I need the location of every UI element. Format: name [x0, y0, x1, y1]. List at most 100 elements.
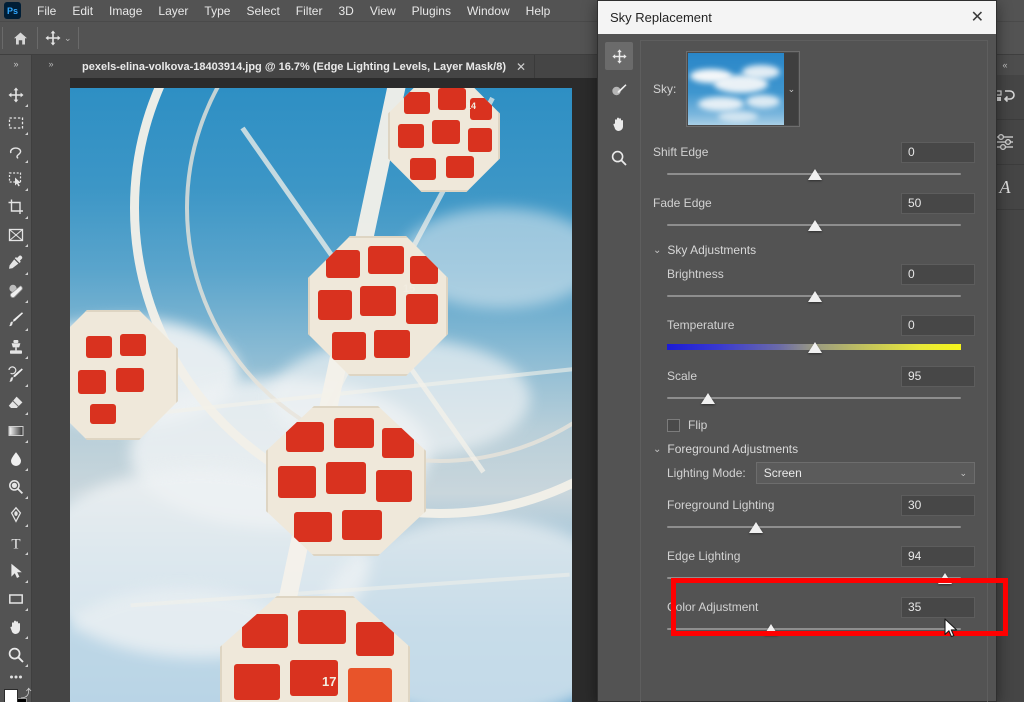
type-tool[interactable]: T [2, 529, 30, 557]
lasso-tool[interactable] [2, 137, 30, 165]
home-icon[interactable] [5, 25, 35, 51]
zoom-tool[interactable] [2, 641, 30, 669]
temperature-slider-thumb[interactable] [808, 342, 823, 353]
eyedropper-icon [8, 255, 22, 269]
divider [77, 27, 79, 49]
chevron-down-icon[interactable]: ⌄ [784, 53, 799, 125]
sky-zoom-tool[interactable] [605, 144, 633, 172]
document-tab[interactable]: pexels-elina-volkova-18403914.jpg @ 16.7… [70, 55, 536, 78]
crop-tool[interactable] [2, 193, 30, 221]
swap-colors-icon[interactable]: ⤴ [21, 685, 32, 701]
lighting-mode-value: Screen [763, 466, 802, 480]
sky-move-tool[interactable] [605, 42, 633, 70]
menu-item-image[interactable]: Image [101, 1, 150, 21]
menu-item-edit[interactable]: Edit [64, 1, 101, 21]
close-icon[interactable]: ✕ [969, 9, 986, 26]
shift-edge-slider[interactable] [653, 166, 975, 182]
menu-item-type[interactable]: Type [196, 1, 238, 21]
frame-tool[interactable] [2, 221, 30, 249]
edit-toolbar-button[interactable] [2, 669, 30, 685]
ellipsis-icon [9, 675, 22, 679]
menu-item-select[interactable]: Select [238, 1, 287, 21]
brush-tool[interactable] [2, 305, 30, 333]
sky-preset-picker[interactable]: ⌄ [686, 51, 801, 127]
menu-item-3d[interactable]: 3D [330, 1, 361, 21]
rectangle-tool[interactable] [2, 585, 30, 613]
active-tool-selector[interactable]: ⌄ [40, 25, 76, 51]
scale-value-field[interactable]: 95 [901, 365, 975, 387]
toolbar-collapse-button[interactable]: » [0, 55, 32, 73]
edge-lighting-control: Edge Lighting 94 [653, 545, 975, 586]
gradient-tool[interactable] [2, 417, 30, 445]
scale-slider[interactable] [653, 390, 975, 406]
scale-slider-thumb[interactable] [701, 393, 716, 404]
sky-preset-thumbnail[interactable] [688, 53, 785, 125]
color-adjustment-slider-track[interactable] [667, 628, 961, 630]
color-adjustment-slider[interactable] [653, 621, 975, 637]
object-selection-tool[interactable] [2, 165, 30, 193]
foreground-lighting-slider-track[interactable] [667, 526, 961, 528]
marquee-tool[interactable] [2, 109, 30, 137]
fade-edge-slider-thumb[interactable] [808, 220, 823, 231]
left-strip-collapse-icon[interactable]: » [32, 55, 70, 72]
fade-edge-slider[interactable] [653, 217, 975, 233]
history-brush-tool[interactable] [2, 361, 30, 389]
foreground-lighting-value-field[interactable]: 30 [901, 494, 975, 516]
edge-lighting-value-field[interactable]: 94 [901, 545, 975, 567]
zoom-icon [8, 647, 24, 663]
close-icon[interactable]: ✕ [516, 61, 526, 73]
color-swatches[interactable]: ⤴ [2, 685, 32, 702]
menu-item-layer[interactable]: Layer [150, 1, 196, 21]
chevron-down-icon: ⌄ [653, 443, 662, 455]
foreground-color-swatch[interactable] [3, 689, 18, 702]
clone-stamp-tool[interactable] [2, 333, 30, 361]
dodge-tool[interactable] [2, 473, 30, 501]
menu-item-window[interactable]: Window [459, 1, 518, 21]
eraser-tool[interactable] [2, 389, 30, 417]
edge-lighting-slider-thumb[interactable] [938, 573, 953, 584]
eyedropper-tool[interactable] [2, 249, 30, 277]
fade-edge-value-field[interactable]: 50 [901, 192, 975, 214]
edge-controls-group: Shift Edge 0 Fade Edge 50 [653, 141, 975, 233]
sky-brush-tool[interactable] [605, 76, 633, 104]
brightness-slider[interactable] [653, 288, 975, 304]
temperature-label: Temperature [667, 318, 735, 332]
flip-checkbox[interactable] [667, 418, 680, 432]
temperature-value-field[interactable]: 0 [901, 314, 975, 336]
document-tab-title: pexels-elina-volkova-18403914.jpg @ 16.7… [82, 60, 507, 73]
dialog-titlebar[interactable]: Sky Replacement ✕ [598, 1, 996, 34]
shift-edge-slider-thumb[interactable] [808, 169, 823, 180]
foreground-adjustments-header[interactable]: ⌄ Foreground Adjustments [653, 442, 975, 456]
menu-item-plugins[interactable]: Plugins [404, 1, 459, 21]
menu-item-file[interactable]: File [29, 1, 64, 21]
brightness-value-field[interactable]: 0 [901, 263, 975, 285]
edge-lighting-slider[interactable] [653, 570, 975, 586]
foreground-lighting-slider[interactable] [653, 519, 975, 535]
hand-tool[interactable] [2, 613, 30, 641]
dialog-title: Sky Replacement [610, 10, 712, 25]
shift-edge-value-field[interactable]: 0 [901, 141, 975, 163]
path-selection-tool[interactable] [2, 557, 30, 585]
temperature-slider[interactable] [653, 339, 975, 355]
menu-item-help[interactable]: Help [518, 1, 559, 21]
sky-hand-tool[interactable] [605, 110, 633, 138]
brightness-slider-thumb[interactable] [808, 291, 823, 302]
pen-tool[interactable] [2, 501, 30, 529]
color-adjustment-value-field[interactable]: 35 [901, 596, 975, 618]
foreground-lighting-slider-thumb[interactable] [748, 522, 763, 533]
move-icon [611, 48, 627, 64]
lighting-mode-select[interactable]: Screen ⌄ [755, 462, 975, 484]
edge-lighting-slider-track[interactable] [667, 577, 961, 579]
sky-adjustments-header[interactable]: ⌄ Sky Adjustments [653, 243, 975, 257]
menu-item-view[interactable]: View [362, 1, 404, 21]
blur-tool[interactable] [2, 445, 30, 473]
fade-edge-control: Fade Edge 50 [653, 192, 975, 233]
quickselect-icon [8, 172, 21, 187]
canvas-area[interactable]: 14 15 17 [70, 78, 600, 702]
healing-brush-tool[interactable] [2, 277, 30, 305]
chevron-down-icon: ⌄ [653, 244, 662, 256]
color-adjustment-slider-thumb[interactable] [763, 624, 778, 635]
menu-item-filter[interactable]: Filter [288, 1, 331, 21]
move-tool[interactable] [2, 81, 30, 109]
flip-checkbox-row[interactable]: Flip [667, 418, 975, 432]
